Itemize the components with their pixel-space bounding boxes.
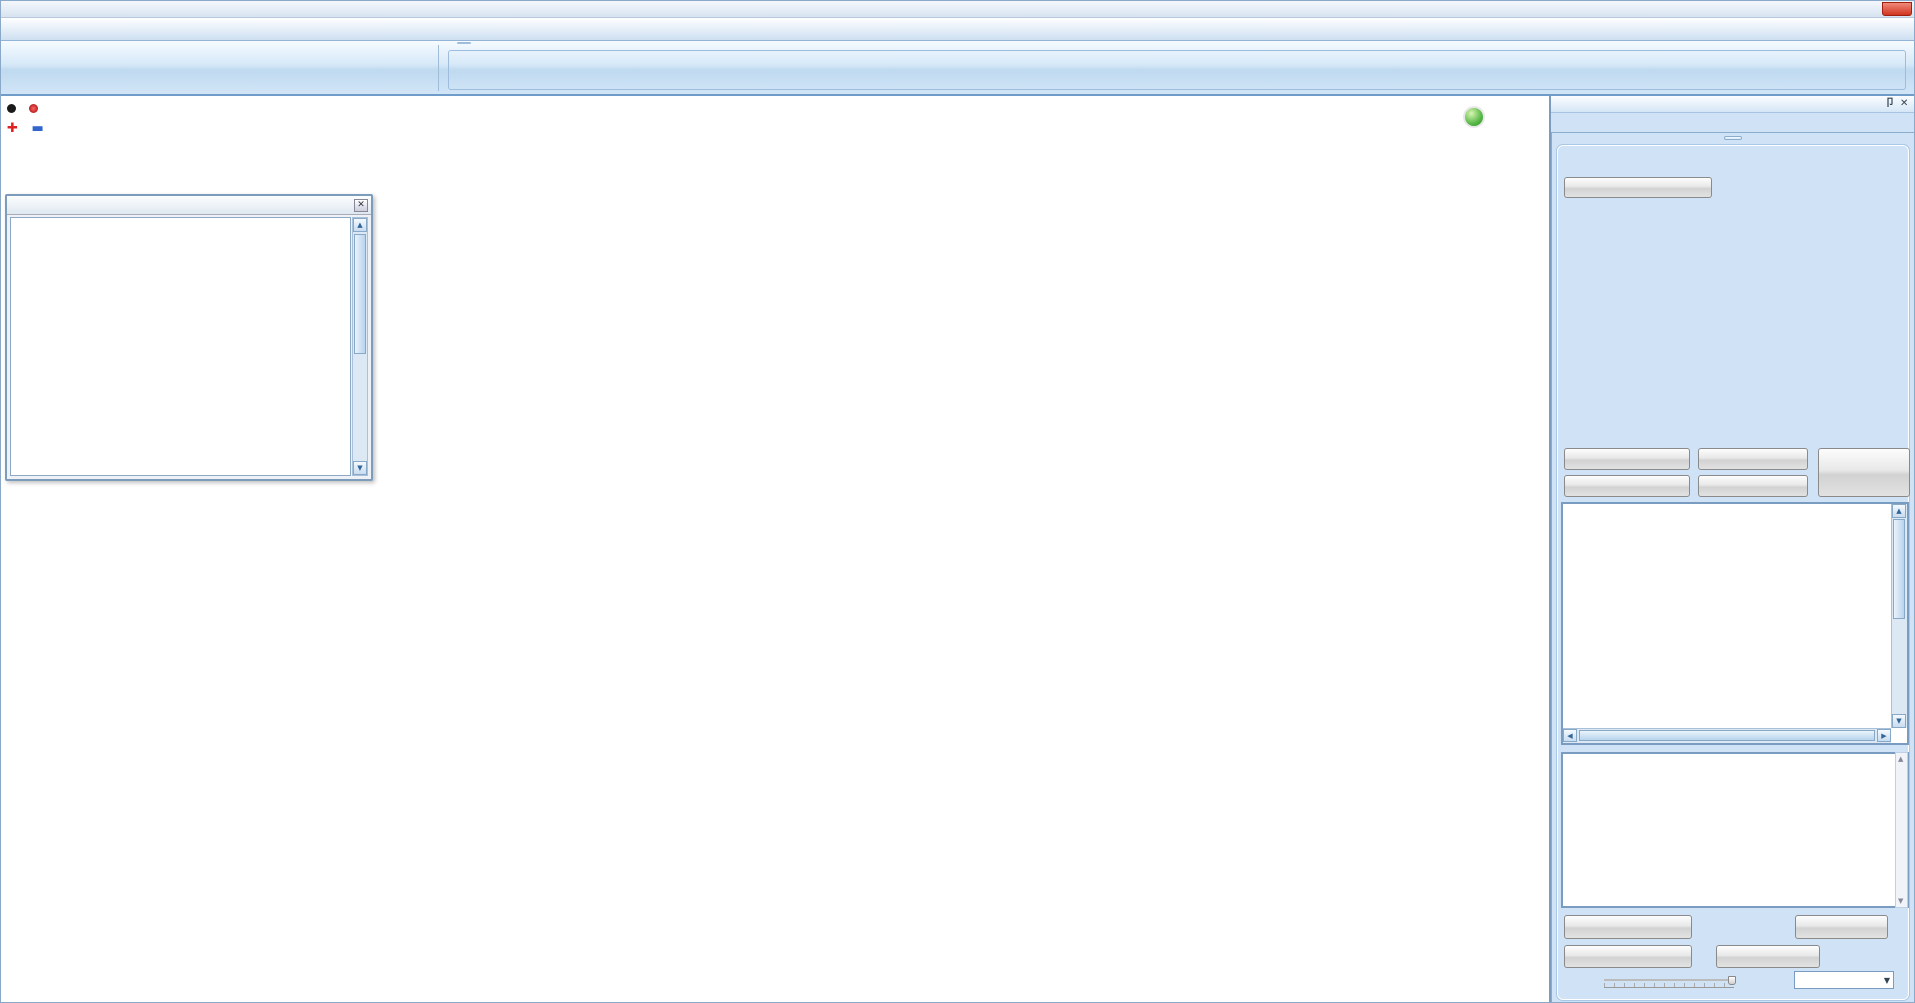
- toolbar: [1, 41, 1914, 96]
- scroll-thumb[interactable]: [354, 234, 366, 354]
- gis-group-label: [1724, 136, 1742, 140]
- contact-table[interactable]: ▲ ▼ ◀ ▶: [1561, 502, 1909, 745]
- scroll-down-icon[interactable]: ▼: [1892, 714, 1906, 728]
- normal-dot-icon: [7, 104, 16, 113]
- missing-dot-icon: [29, 104, 38, 113]
- extract-call-informer-button[interactable]: [1564, 475, 1690, 497]
- rain-table-window: ✕ ▲ ▼: [5, 194, 373, 481]
- target-call-level-button[interactable]: [1564, 177, 1712, 198]
- realtime-monitor-panel: 卩 ✕ ▲ ▼: [1549, 96, 1915, 1003]
- contact-vscrollbar[interactable]: ▲ ▼: [1891, 504, 1907, 728]
- scroll-down-icon[interactable]: ▼: [353, 461, 367, 475]
- scroll-right-icon[interactable]: ▶: [1877, 729, 1891, 742]
- pin-icon[interactable]: 卩: [1885, 98, 1896, 110]
- cancel-select-button[interactable]: [1698, 448, 1808, 470]
- contact-hscrollbar[interactable]: ◀ ▶: [1563, 728, 1891, 743]
- volume-slider[interactable]: [1604, 976, 1734, 988]
- generate-message-button[interactable]: [1564, 915, 1692, 939]
- copy-call-numbers-button[interactable]: [1698, 475, 1808, 497]
- panel-body: ▲ ▼ ◀ ▶ ▲ ▼: [1551, 132, 1915, 1003]
- minus-flash-icon: ▬: [32, 121, 44, 136]
- legend-zoom-plus-icon[interactable]: [1463, 106, 1485, 128]
- scroll-left-icon[interactable]: ◀: [1563, 729, 1577, 742]
- menu-bar: [1, 18, 1914, 41]
- scroll-down-icon[interactable]: ▼: [1898, 897, 1903, 905]
- speed-select[interactable]: ▼: [1794, 971, 1894, 989]
- scroll-up-icon[interactable]: ▲: [1898, 755, 1903, 763]
- map-status-legend: ✚ ▬: [7, 100, 44, 138]
- panel-close-icon[interactable]: ✕: [1900, 98, 1911, 110]
- window-close-icon[interactable]: [1882, 2, 1912, 16]
- panel-tabs: [1553, 113, 1915, 132]
- rain-table[interactable]: [10, 217, 351, 476]
- chevron-down-icon: ▼: [1884, 976, 1890, 985]
- message-scrollbar[interactable]: ▲ ▼: [1895, 752, 1908, 908]
- slider-thumb[interactable]: [1728, 976, 1736, 985]
- rain-window-close-icon[interactable]: ✕: [354, 199, 368, 212]
- slider-track: [1604, 979, 1734, 981]
- radar-legend: [1419, 104, 1515, 434]
- scroll-thumb[interactable]: [1893, 519, 1905, 619]
- app-window: ✚ ▬ ✕ ▲ ▼ 卩 ✕: [0, 0, 1915, 1003]
- rain-table-scrollbar[interactable]: ▲ ▼: [352, 217, 368, 476]
- toolbar-separator: [438, 45, 439, 91]
- plus-flash-icon: ✚: [7, 121, 18, 136]
- voice-preview-button[interactable]: [1564, 945, 1692, 968]
- scroll-up-icon[interactable]: ▲: [353, 218, 367, 232]
- panel-header: 卩 ✕: [1551, 96, 1915, 113]
- extract-sms-informer-button[interactable]: [1818, 448, 1910, 497]
- warning-message-text[interactable]: [1561, 752, 1909, 908]
- radar-map[interactable]: ✚ ▬ ✕ ▲ ▼: [1, 96, 1549, 1003]
- alarm-group-label: [457, 42, 471, 44]
- scroll-up-icon[interactable]: ▲: [1892, 504, 1906, 518]
- scroll-thumb[interactable]: [1579, 730, 1875, 741]
- alarm-info-groupbox: [448, 50, 1906, 90]
- rain-window-title: [7, 196, 371, 215]
- copy-button[interactable]: [1795, 915, 1888, 939]
- title-bar: [1, 1, 1914, 18]
- call-button[interactable]: [1716, 945, 1820, 968]
- gis-select-button[interactable]: [1564, 448, 1690, 470]
